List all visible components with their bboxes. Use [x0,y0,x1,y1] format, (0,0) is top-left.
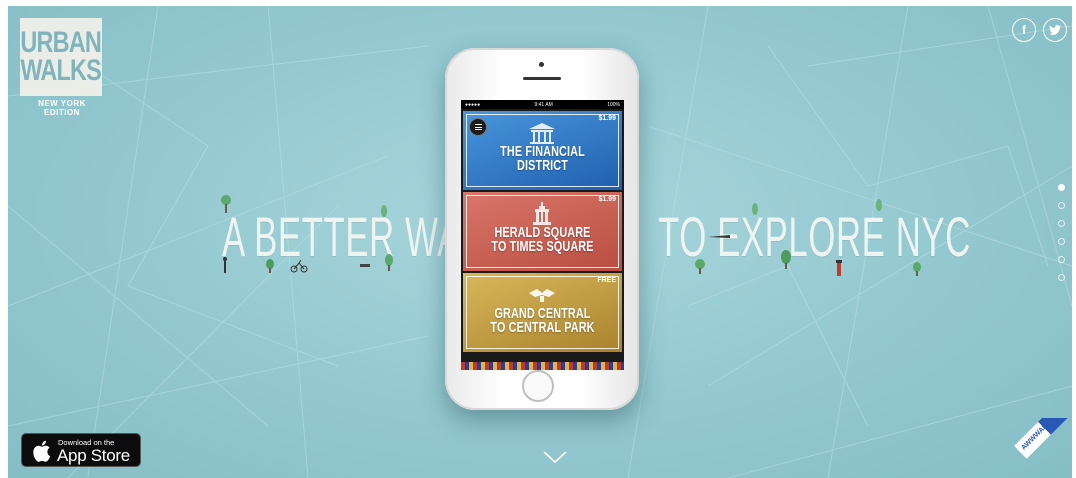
walk-card-grand-central[interactable]: GRAND CENTRAL TO CENTRAL PARK FREE [463,273,622,352]
bench-icon [360,264,370,267]
tree-icon [913,262,921,276]
card-title: THE FINANCIAL DISTRICT [485,144,599,175]
pagination-dot[interactable] [1058,238,1065,245]
status-battery: 100% [607,101,620,108]
card-title-line: TO CENTRAL PARK [490,319,595,337]
logo-line-2: WALKS [20,54,102,87]
eagle-icon [529,289,555,302]
logo-edition: NEW YORK EDITION [38,99,86,117]
home-button[interactable] [522,370,554,402]
card-title: HERALD SQUARE TO TIMES SQUARE [485,225,599,256]
leaf-icon [876,199,882,211]
card-title-line: DISTRICT [517,157,568,175]
menu-button[interactable] [469,118,487,136]
apple-icon [33,440,51,462]
tree-icon [781,250,791,269]
card-price: FREE [597,277,616,284]
hydrant-icon [836,260,842,276]
walk-card-herald-square[interactable]: HERALD SQUARE TO TIMES SQUARE $1.99 [463,192,622,271]
walk-card-financial-district[interactable]: THE FINANCIAL DISTRICT $1.99 [463,111,622,190]
leaf-icon [752,203,758,215]
hamburger-icon [474,129,482,130]
building-icon [529,123,555,144]
phone-mockup: ●●●●● 9:41 AM 100% THE FINANCIAL DISTRICT… [445,48,639,410]
cyclist-icon [290,259,308,273]
card-title-line: TO TIMES SQUARE [491,238,594,256]
pagination-dot[interactable] [1058,220,1065,227]
status-time: 9:41 AM [534,101,553,108]
facebook-icon: f [1022,23,1026,37]
hamburger-icon [474,126,482,128]
phone-screen: ●●●●● 9:41 AM 100% THE FINANCIAL DISTRICT… [461,100,624,370]
next-card-peek [461,362,624,370]
pagination-dot[interactable] [1058,202,1065,209]
pagination-dots [1058,184,1066,292]
tree-icon [385,254,393,271]
logo-line-1: URBAN [20,26,102,60]
phone-camera [539,62,544,67]
card-price: $1.99 [598,115,616,122]
app-store-big-text: App Store [57,446,130,465]
tree-icon [221,195,231,213]
plane-icon [708,235,730,238]
status-bar: ●●●●● 9:41 AM 100% [461,100,624,109]
status-carrier: ●●●●● [465,101,481,108]
phone-speaker [523,77,561,80]
chevron-down-icon [543,451,567,464]
urban-walks-logo[interactable]: URBAN WALKS [20,18,102,96]
person-icon [223,257,227,273]
app-store-button[interactable]: Download on the App Store [21,433,141,467]
twitter-icon [1049,25,1061,35]
building-icon [533,202,551,225]
hero-section: URBAN WALKS NEW YORK EDITION f A BETTER … [8,6,1072,478]
hamburger-icon [474,124,482,125]
card-title: GRAND CENTRAL TO CENTRAL PARK [485,306,599,337]
card-price: $1.99 [598,196,616,203]
pagination-dot[interactable] [1058,184,1065,191]
leaf-icon [381,205,387,217]
tree-icon [695,259,705,274]
tree-icon [266,259,274,273]
pagination-dot[interactable] [1058,274,1065,281]
scroll-down-button[interactable] [543,450,567,468]
headline-left: A BETTER WAY [222,205,483,268]
awwwards-ribbon-label: AWWWARDS XMAS [1014,418,1076,459]
facebook-button[interactable]: f [1012,18,1036,42]
awwwards-ribbon[interactable]: AWWWARDS XMAS [1006,418,1076,478]
twitter-button[interactable] [1043,18,1067,42]
pagination-dot[interactable] [1058,256,1065,263]
